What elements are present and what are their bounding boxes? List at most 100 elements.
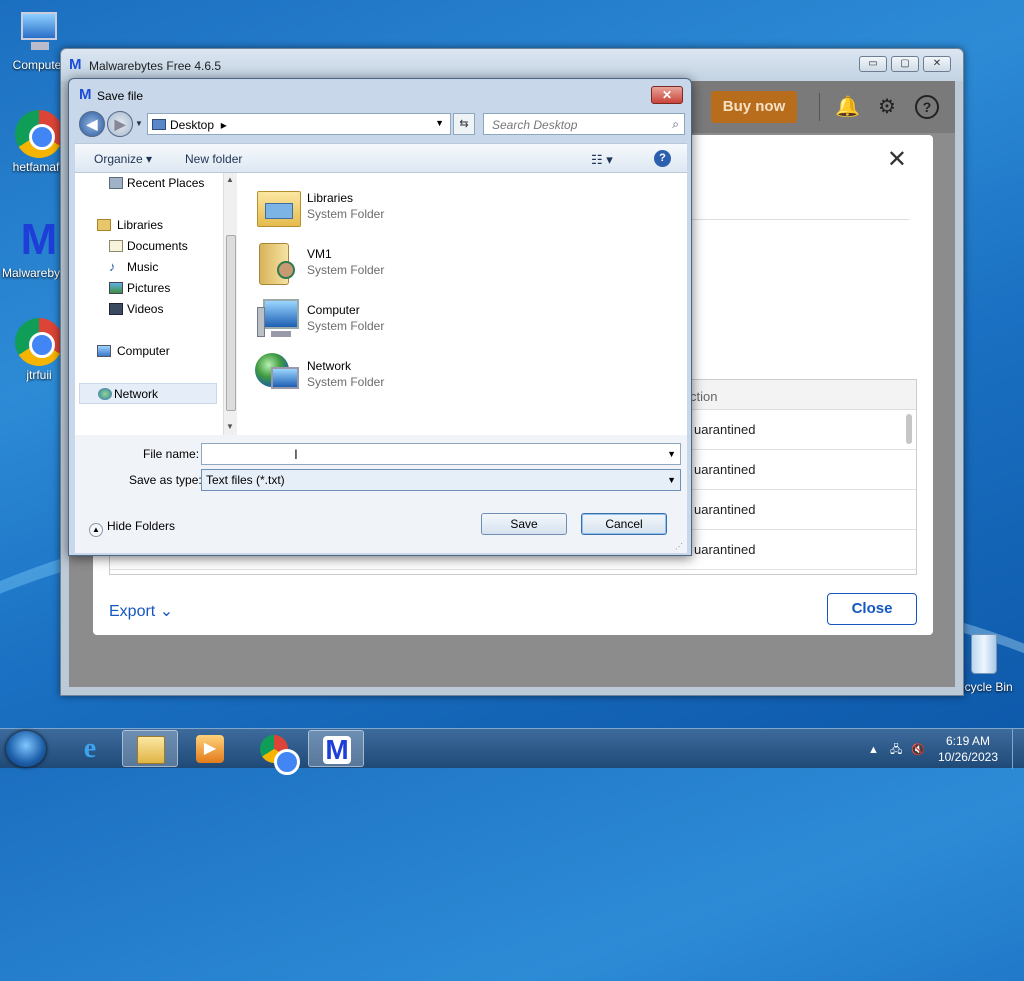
network-icon	[98, 388, 112, 400]
title-bar: M Malwarebytes Free 4.6.5 ▭ ▢ ✕	[61, 49, 963, 81]
back-button[interactable]: ◀	[79, 111, 105, 137]
scroll-down-icon[interactable]: ▼	[226, 422, 234, 431]
table-scrollbar[interactable]	[906, 414, 912, 444]
organize-menu[interactable]: Organize ▾	[94, 152, 152, 166]
navigation-scrollbar[interactable]: ▲ ▼	[223, 173, 237, 435]
malwarebytes-logo-icon: M	[69, 56, 82, 73]
list-item[interactable]: Computer System Folder	[255, 293, 515, 343]
documents-icon	[109, 240, 123, 252]
nav-item-music[interactable]: ♪ Music	[75, 257, 221, 278]
window-title: Malwarebytes Free 4.6.5	[89, 59, 222, 73]
help-icon[interactable]: ?	[915, 95, 939, 119]
file-type: System Folder	[307, 375, 385, 389]
chevron-down-icon[interactable]: ▼	[667, 449, 676, 459]
taskbar-chrome[interactable]	[246, 730, 302, 775]
file-type: System Folder	[307, 319, 385, 333]
save-as-type-label: Save as type:	[129, 473, 202, 487]
nav-item-videos[interactable]: Videos	[75, 299, 221, 320]
taskbar-malwarebytes[interactable]: M	[308, 730, 364, 767]
address-text: Desktop ▸	[170, 118, 227, 132]
command-bar: Organize ▾ New folder ☷ ▾ ?	[75, 143, 687, 173]
chevron-down-icon: ⌄	[159, 603, 174, 620]
list-item[interactable]: VM1 System Folder	[255, 237, 515, 287]
list-item[interactable]: Libraries System Folder	[255, 181, 515, 231]
close-button[interactable]: Close	[827, 593, 917, 625]
resize-grip-icon[interactable]: ⋰	[675, 542, 683, 551]
computer-icon	[97, 345, 111, 357]
buy-now-button[interactable]: Buy now	[711, 91, 797, 123]
nav-item-label: Videos	[127, 302, 164, 316]
show-hidden-icons-icon[interactable]: ▲	[868, 744, 879, 756]
list-item[interactable]: Network System Folder	[255, 349, 515, 399]
nav-item-label: Pictures	[127, 281, 171, 295]
nav-item-computer[interactable]: Computer	[75, 341, 221, 362]
nav-item-label: Recent Places	[127, 176, 205, 190]
system-tray: ▲ 🖧 🔇	[868, 741, 925, 760]
address-dropdown-icon[interactable]: ▼	[435, 118, 444, 128]
file-list: Libraries System Folder VM1 System Folde…	[237, 173, 687, 435]
minimize-button[interactable]: ▭	[859, 56, 887, 72]
nav-item-network[interactable]: Network	[79, 383, 217, 404]
file-explorer-icon	[137, 736, 165, 764]
show-desktop-button[interactable]	[1012, 729, 1024, 769]
forward-button[interactable]: ▶	[107, 111, 133, 137]
save-button[interactable]: Save	[481, 513, 567, 535]
hide-folders-label: Hide Folders	[107, 519, 176, 533]
divider	[819, 93, 820, 121]
refresh-button[interactable]: ⇆	[453, 113, 475, 135]
export-button[interactable]: Export ⌄	[109, 601, 173, 621]
file-name-label: File name:	[143, 447, 200, 461]
save-as-type-value: Text files (*.txt)	[206, 473, 285, 487]
dialog-close-button[interactable]: ✕	[651, 86, 683, 104]
start-button[interactable]	[6, 731, 46, 767]
maximize-button[interactable]: ▢	[891, 56, 919, 72]
malwarebytes-icon: M	[323, 736, 351, 764]
recent-pages-chevron-icon[interactable]: ▼	[135, 119, 143, 128]
taskbar-file-explorer[interactable]	[122, 730, 178, 767]
libraries-folder-icon	[255, 183, 301, 229]
volume-muted-icon[interactable]: 🔇	[911, 744, 925, 756]
file-name-input[interactable]: ▼ I	[201, 443, 681, 465]
nav-item-label: Computer	[117, 344, 170, 358]
scrollbar-thumb[interactable]	[226, 235, 236, 411]
malwarebytes-logo-icon: M	[79, 86, 92, 103]
search-icon: ⌕	[672, 117, 679, 131]
save-as-type-select[interactable]: Text files (*.txt) ▼	[201, 469, 681, 491]
malwarebytes-icon: M	[20, 215, 58, 264]
address-bar[interactable]: Desktop ▸ ▼	[147, 113, 451, 135]
nav-item-documents[interactable]: Documents	[75, 236, 221, 257]
view-options-icon[interactable]: ☷ ▾	[591, 152, 613, 168]
network-status-icon[interactable]: 🖧	[890, 744, 902, 756]
save-options: File name: ▼ I Save as type: Text files …	[75, 435, 687, 553]
nav-item-label: Libraries	[117, 218, 164, 232]
file-name: Network	[307, 359, 352, 373]
gear-icon[interactable]: ⚙	[875, 95, 899, 119]
new-folder-button[interactable]: New folder	[185, 152, 242, 166]
network-icon	[255, 351, 301, 397]
file-type: System Folder	[307, 263, 385, 277]
hide-folders-button[interactable]: ▲ Hide Folders	[89, 519, 175, 537]
clock[interactable]: 6:19 AM 10/26/2023	[938, 733, 998, 765]
clock-time: 6:19 AM	[945, 734, 990, 748]
taskbar-internet-explorer[interactable]: e	[62, 730, 118, 767]
media-player-icon: ▶	[196, 735, 224, 763]
nav-item-label: Music	[127, 260, 159, 274]
libraries-icon	[97, 219, 111, 231]
bell-icon[interactable]: 🔔	[835, 95, 860, 119]
window-close-button[interactable]: ✕	[923, 56, 951, 72]
nav-item-recent-places[interactable]: Recent Places	[75, 173, 221, 194]
file-type: System Folder	[307, 207, 385, 221]
close-icon[interactable]: ✕	[887, 145, 907, 174]
search-input[interactable]: Search Desktop ⌕	[483, 113, 685, 135]
search-placeholder: Search Desktop	[492, 118, 578, 132]
scroll-up-icon[interactable]: ▲	[226, 175, 234, 184]
taskbar-media-player[interactable]: ▶	[182, 730, 238, 767]
nav-item-pictures[interactable]: Pictures	[75, 278, 221, 299]
file-name: VM1	[307, 247, 332, 261]
cancel-button[interactable]: Cancel	[581, 513, 667, 535]
help-icon[interactable]: ?	[654, 150, 671, 167]
desktop-folder-icon	[152, 119, 166, 130]
taskbar: e ▶ M ▲ 🖧 🔇 6:19 AM 10/26/2023	[0, 728, 1024, 775]
nav-item-libraries[interactable]: Libraries	[75, 215, 221, 236]
file-name: Computer	[307, 303, 360, 317]
